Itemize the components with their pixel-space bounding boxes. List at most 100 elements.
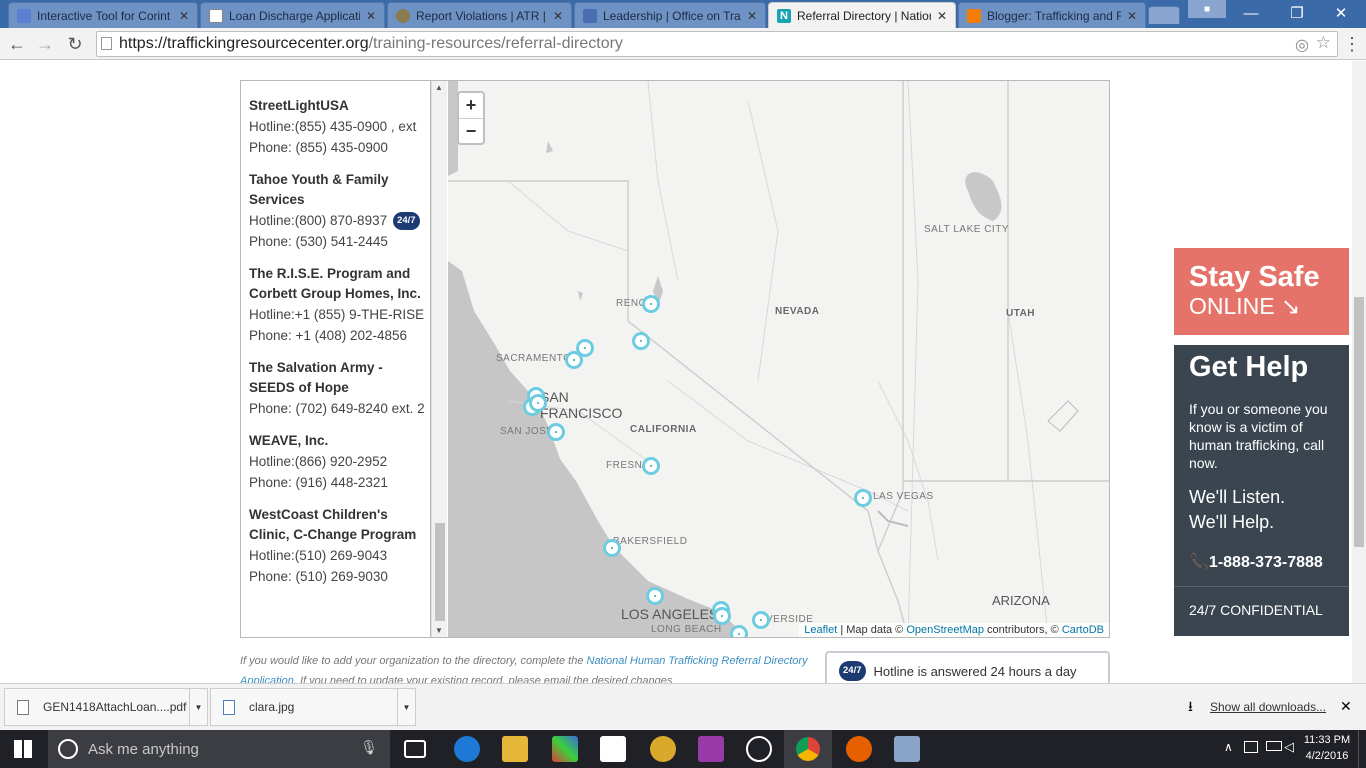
- battery-icon[interactable]: [1266, 741, 1282, 751]
- page-info-icon[interactable]: [101, 37, 112, 50]
- download-menu-arrow[interactable]: ▼: [397, 689, 415, 725]
- entry-contact-line: Phone: (510) 269-9030: [249, 569, 388, 584]
- tab-blogger[interactable]: Blogger: Trafficking and R ✕: [958, 2, 1146, 28]
- map-marker[interactable]: [854, 489, 872, 507]
- map-label-california: CALIFORNIA: [630, 424, 697, 435]
- map-marker[interactable]: [646, 587, 664, 605]
- map-marker[interactable]: [642, 457, 660, 475]
- edge-icon[interactable]: [454, 736, 480, 762]
- list-scrollbar-thumb[interactable]: [435, 523, 445, 621]
- firefox-icon[interactable]: [846, 736, 872, 762]
- zoom-in-button[interactable]: +: [459, 93, 483, 118]
- hp-icon[interactable]: [746, 736, 772, 762]
- close-downloads-icon[interactable]: ✕: [1340, 698, 1352, 715]
- map-marker[interactable]: [547, 423, 565, 441]
- close-tab-icon[interactable]: ✕: [937, 9, 947, 23]
- entry-contact-line: Hotline:(510) 269-9043: [249, 548, 388, 563]
- map-marker[interactable]: [632, 332, 650, 350]
- task-view-icon[interactable]: [404, 740, 426, 758]
- download-item[interactable]: GEN1418AttachLoan....pdf ▼: [4, 688, 208, 726]
- map-marker[interactable]: [529, 394, 547, 412]
- map-label-sacramento: SACRAMENTO: [496, 353, 572, 364]
- show-all-downloads-link[interactable]: Show all downloads...: [1210, 700, 1326, 714]
- minimize-button[interactable]: —: [1228, 0, 1274, 26]
- openstreetmap-link[interactable]: OpenStreetMap: [906, 624, 984, 636]
- entry-contact-line: Hotline:(855) 435-0900 , ext: [249, 119, 417, 134]
- back-arrow-icon[interactable]: ←: [5, 32, 29, 56]
- remote-app-icon[interactable]: [894, 736, 920, 762]
- paint-app-icon[interactable]: [552, 736, 578, 762]
- forward-arrow-icon[interactable]: →: [33, 32, 57, 56]
- map-label-bakersfield: BAKERSFIELD: [613, 536, 688, 547]
- leaflet-link[interactable]: Leaflet: [804, 624, 837, 636]
- map-marker[interactable]: [713, 607, 731, 625]
- network-icon[interactable]: [1244, 741, 1258, 753]
- map-label-nevada: NEVADA: [775, 306, 820, 317]
- zoom-control: + −: [457, 91, 485, 145]
- map[interactable]: SALT LAKE CITY NEVADA UTAH RENO SACRAMEN…: [448, 81, 1109, 637]
- map-marker[interactable]: [603, 539, 621, 557]
- tab-report-violations[interactable]: Report Violations | ATR | D ✕: [387, 2, 572, 28]
- scroll-up-arrow-icon[interactable]: ▲: [435, 83, 443, 92]
- restore-button[interactable]: ❐: [1274, 0, 1320, 26]
- directory-entry: WEAVE, Inc. Hotline:(866) 920-2952 Phone: …: [241, 431, 430, 493]
- chrome-taskbar-button[interactable]: [784, 730, 832, 768]
- map-label-las-vegas: LAS VEGAS: [873, 491, 934, 502]
- hotline-phone-link[interactable]: 📞1-888-373-7888: [1189, 552, 1323, 572]
- stay-safe-online-banner[interactable]: Stay Safe ONLINE ↘: [1174, 248, 1349, 335]
- close-tab-icon[interactable]: ✕: [179, 9, 189, 23]
- menu-icon[interactable]: ⋮: [1340, 32, 1364, 56]
- reload-icon[interactable]: ↻: [63, 32, 87, 56]
- map-label-san-jose: SAN JOSE: [500, 426, 554, 437]
- tab-leadership[interactable]: Leadership | Office on Tra ✕: [574, 2, 766, 28]
- entry-name: StreetLightUSA: [249, 98, 349, 113]
- directory-entry: Tahoe Youth & Family Services Hotline:(80…: [241, 170, 430, 252]
- page-scrollbar[interactable]: [1352, 61, 1366, 683]
- cartodb-link[interactable]: CartoDB: [1062, 624, 1104, 636]
- volume-icon[interactable]: ◁: [1284, 739, 1294, 755]
- taskbar-search[interactable]: Ask me anything 🎙: [48, 730, 390, 768]
- show-hidden-icons[interactable]: ∧: [1224, 740, 1233, 754]
- file-explorer-icon[interactable]: [502, 736, 528, 762]
- scroll-down-arrow-icon[interactable]: ▼: [435, 626, 443, 635]
- windows-start-icon[interactable]: [14, 740, 32, 758]
- app-icon[interactable]: [650, 736, 676, 762]
- map-marker[interactable]: [642, 295, 660, 313]
- tab-referral-directory[interactable]: N Referral Directory | Nation ✕: [768, 2, 956, 28]
- confidential-label: 24/7 CONFIDENTIAL: [1174, 586, 1349, 618]
- new-tab-button[interactable]: [1148, 6, 1180, 24]
- image-file-icon: [223, 699, 235, 715]
- close-window-button[interactable]: ✕: [1318, 0, 1364, 26]
- entry-contact-line: Phone: (530) 541-2445: [249, 234, 388, 249]
- microphone-icon[interactable]: 🎙: [360, 739, 378, 756]
- user-profile-icon[interactable]: ■: [1188, 0, 1226, 18]
- map-label-salt-lake-city: SALT LAKE CITY: [924, 224, 1009, 235]
- download-menu-arrow[interactable]: ▼: [189, 689, 207, 725]
- map-marker[interactable]: [752, 611, 770, 629]
- address-bar[interactable]: https://traffickingresourcecenter.org/tr…: [96, 31, 1338, 57]
- tab-loan-discharge[interactable]: Loan Discharge Applicatio ✕: [200, 2, 385, 28]
- tab-interactive-tool[interactable]: Interactive Tool for Corint ✕: [8, 2, 198, 28]
- close-tab-icon[interactable]: ✕: [366, 9, 376, 23]
- system-clock[interactable]: 11:33 PM 4/2/2016: [1298, 732, 1356, 764]
- show-desktop-button[interactable]: [1358, 730, 1366, 768]
- page-scrollbar-thumb[interactable]: [1354, 297, 1364, 547]
- download-item[interactable]: clara.jpg ▼: [210, 688, 416, 726]
- map-marker[interactable]: [730, 625, 748, 637]
- badge-24-7: 24/7: [393, 211, 420, 230]
- store-icon[interactable]: [600, 736, 626, 762]
- bookmark-star-icon[interactable]: ☆: [1316, 33, 1331, 53]
- close-tab-icon[interactable]: ✕: [1127, 9, 1137, 23]
- page-content: StreetLightUSA Hotline:(855) 435-0900 , e…: [0, 61, 1352, 683]
- location-icon[interactable]: ◎: [1295, 35, 1309, 55]
- close-tab-icon[interactable]: ✕: [553, 9, 563, 23]
- hotline-info-box: 24/7 Hotline is answered 24 hours a day: [825, 651, 1110, 683]
- close-tab-icon[interactable]: ✕: [747, 9, 757, 23]
- browser-tab-bar: Interactive Tool for Corint ✕ Loan Discha…: [0, 0, 1366, 28]
- map-marker[interactable]: [565, 351, 583, 369]
- badge-24-7: 24/7: [839, 661, 866, 681]
- zoom-out-button[interactable]: −: [459, 118, 483, 143]
- entry-contact-line: Phone: (855) 435-0900: [249, 140, 388, 155]
- onenote-icon[interactable]: [698, 736, 724, 762]
- list-scrollbar[interactable]: ▲ ▼: [431, 81, 447, 637]
